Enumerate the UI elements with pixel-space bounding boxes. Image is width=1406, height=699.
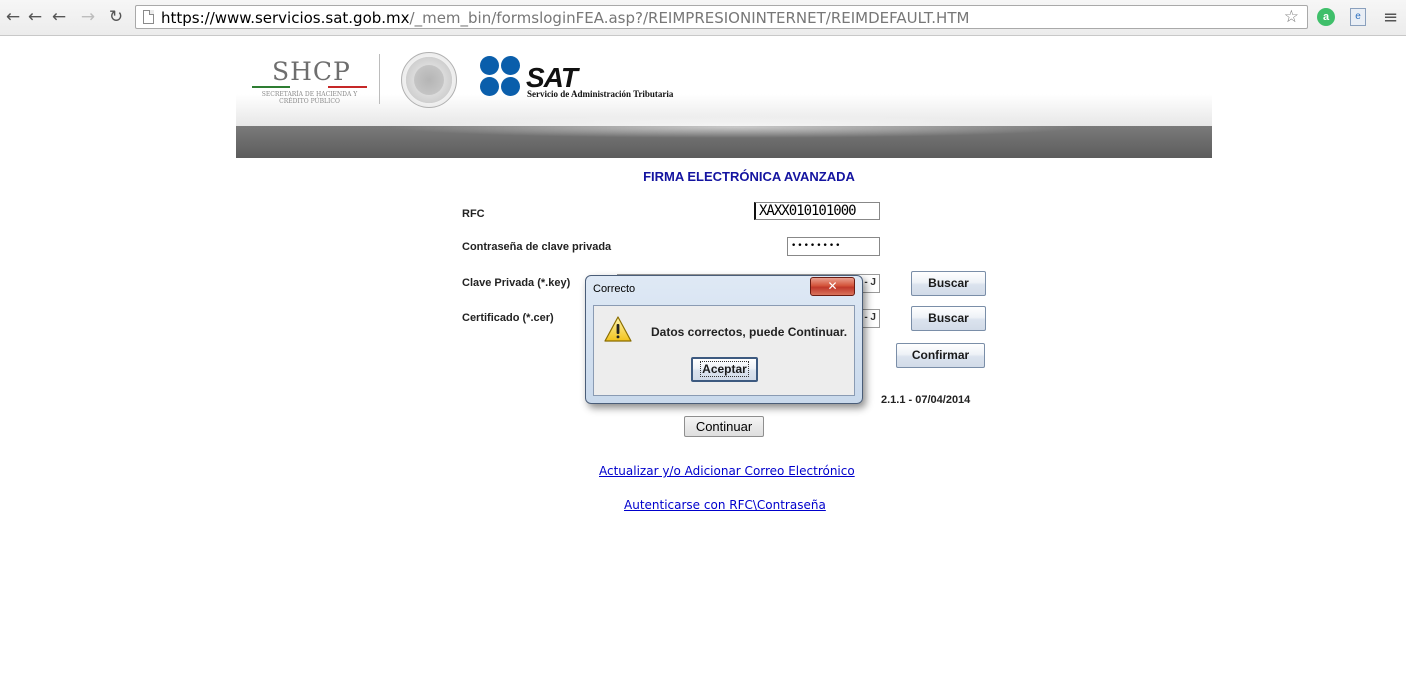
confirm-button[interactable]: Confirmar (896, 343, 985, 368)
page-icon (143, 10, 154, 24)
extension-icon[interactable]: a (1317, 8, 1335, 26)
update-email-link[interactable]: Actualizar y/o Adicionar Correo Electrón… (599, 464, 855, 478)
version-text: 2.1.1 - 07/04/2014 (881, 394, 971, 406)
logo-divider (379, 54, 380, 104)
sat-logo-dot (480, 56, 499, 75)
sat-subtitle: Servicio de Administración Tributaria (527, 89, 674, 99)
key-suffix: - J (864, 277, 876, 288)
browser-toolbar: ← ← ← → ↻ https://www.servicios.sat.gob.… (0, 0, 1406, 36)
back-icon[interactable]: ← (2, 6, 24, 28)
search-key-button[interactable]: Buscar (911, 271, 986, 296)
reload-icon[interactable]: ↻ (105, 6, 127, 28)
rfc-input[interactable]: XAXX010101000 (754, 202, 880, 220)
bookmark-star-icon[interactable]: ☆ (1284, 7, 1299, 27)
key-label: Clave Privada (*.key) (462, 277, 571, 289)
sat-logo-dot (501, 56, 520, 75)
dialog-title: Correcto (593, 283, 636, 295)
dialog-body: Datos correctos, puede Continuar. Acepta… (593, 305, 855, 396)
sat-logo-dot (501, 77, 520, 96)
close-icon[interactable]: ✕ (810, 277, 855, 296)
search-cert-button[interactable]: Buscar (911, 306, 986, 331)
shcp-subtitle: SECRETARÍA DE HACIENDA Y CRÉDITO PÚBLICO (261, 91, 358, 105)
auth-rfc-link[interactable]: Autenticarse con RFC\Contraseña (624, 498, 826, 512)
url-text[interactable]: https://www.servicios.sat.gob.mx/_mem_bi… (161, 9, 969, 27)
continue-button[interactable]: Continuar (684, 416, 764, 437)
extension-icon[interactable]: e (1350, 8, 1366, 26)
address-bar[interactable]: https://www.servicios.sat.gob.mx/_mem_bi… (135, 5, 1308, 29)
password-label: Contraseña de clave privada (462, 241, 612, 253)
sat-logo-dot (480, 77, 499, 96)
shcp-tricolor-line (252, 86, 367, 88)
url-host: https://www.servicios.sat.gob.mx (161, 9, 410, 27)
back-history-icon[interactable]: ← (24, 6, 46, 28)
warning-icon (604, 316, 632, 342)
url-path: /_mem_bin/formsloginFEA.asp?/REIMPRESION… (409, 9, 970, 27)
banner-gray-band (236, 116, 1212, 158)
shcp-logo-text: SHCP (272, 57, 351, 86)
cert-label: Certificado (*.cer) (462, 312, 554, 324)
menu-icon[interactable]: ≡ (1383, 7, 1398, 28)
page-title: FIRMA ELECTRÓNICA AVANZADA (643, 169, 855, 184)
accept-button-label: Aceptar (700, 361, 749, 377)
password-input[interactable]: •••••••• (787, 237, 880, 256)
dialog-message: Datos correctos, puede Continuar. (651, 325, 848, 339)
accept-button[interactable]: Aceptar (691, 357, 758, 382)
rfc-label: RFC (462, 208, 485, 220)
cert-suffix: - J (864, 312, 876, 323)
back-button[interactable]: ← (48, 6, 70, 28)
national-seal-icon (401, 52, 457, 108)
success-dialog: Correcto ✕ Datos correctos, puede Contin… (585, 275, 863, 404)
forward-icon[interactable]: → (77, 6, 99, 28)
header-banner: SHCP SECRETARÍA DE HACIENDA Y CRÉDITO PÚ… (236, 42, 1212, 158)
